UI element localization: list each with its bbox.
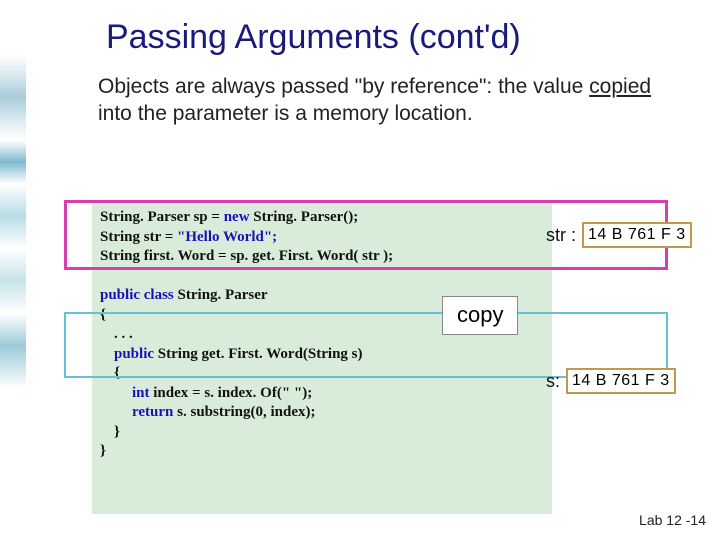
code-line: int index = s. index. Of(" "); [100,384,430,404]
memory-s-label: s: [546,371,560,392]
slide-title: Passing Arguments (cont'd) [106,18,692,57]
memory-s-value: 14 B 761 F 3 [566,368,676,394]
code-keyword: int [132,385,150,401]
memory-str-value: 14 B 761 F 3 [582,222,692,248]
body-text-pre: Objects are always passed "by reference"… [98,75,589,98]
decorative-left-stripe [0,0,26,540]
memory-str-label: str : [546,225,576,246]
code-keyword: public class [100,287,174,303]
code-keyword: return [132,404,173,420]
code-line: return s. substring(0, index); [100,403,430,423]
memory-str: str : 14 B 761 F 3 [546,222,692,248]
code-text: index = s. index. Of(" "); [150,385,313,401]
code-text: String. Parser [174,287,268,303]
code-text: s. substring(0, index); [173,404,315,420]
code-line: public class String. Parser [100,286,430,306]
slide-body: Objects are always passed "by reference"… [98,73,658,128]
slide-footer: Lab 12 -14 [639,512,706,528]
body-text-post: into the parameter is a memory location. [98,102,473,125]
code-line: } [100,442,430,462]
memory-s: s: 14 B 761 F 3 [546,368,676,394]
body-text-underlined: copied [589,75,651,98]
copy-annotation: copy [442,296,518,335]
code-line: } [100,423,430,443]
